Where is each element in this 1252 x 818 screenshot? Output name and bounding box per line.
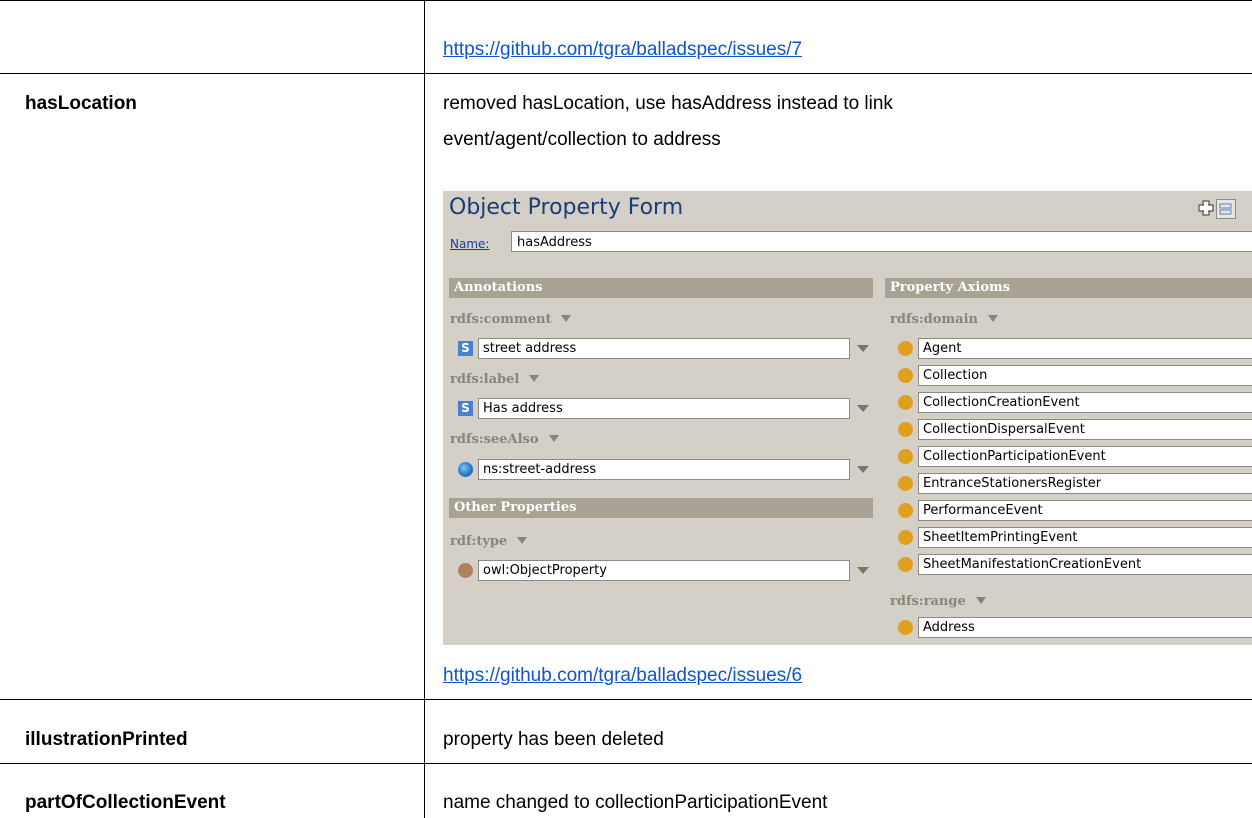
domain-item: SheetItemPrintingEvent [918, 527, 1252, 548]
name-field: hasAddress [511, 231, 1252, 252]
range-field: Address [918, 617, 1252, 638]
dropdown-arrow-icon [857, 405, 869, 412]
property-name-hasLocation: hasLocation [25, 93, 137, 114]
change-description-line2: event/agent/collection to address [443, 129, 721, 150]
name-label: Name: [450, 237, 490, 251]
seealso-field: ns:street-address [478, 459, 850, 480]
domain-item: CollectionParticipationEvent [918, 446, 1252, 467]
range-label: rdfs:range [890, 594, 986, 609]
change-description-line1: removed hasLocation, use hasAddress inst… [443, 93, 893, 114]
property-name-illustrationPrinted: illustrationPrinted [25, 729, 188, 750]
chevron-down-icon [548, 435, 559, 442]
form-title: Object Property Form [449, 195, 684, 220]
type-field: owl:ObjectProperty [478, 560, 850, 581]
dropdown-arrow-icon [857, 466, 869, 473]
globe-icon [458, 462, 473, 477]
add-icon [1197, 199, 1215, 217]
property-name-partOfCollectionEvent: partOfCollectionEvent [25, 792, 226, 813]
table-border [0, 763, 1252, 764]
domain-item: CollectionDispersalEvent [918, 419, 1252, 440]
string-icon: S [458, 341, 473, 356]
class-dot-icon [898, 449, 913, 464]
chevron-down-icon [529, 375, 540, 382]
table-border [0, 73, 1252, 74]
class-dot-icon [898, 476, 913, 491]
class-dot-icon [898, 368, 913, 383]
table-border [0, 0, 1252, 1]
class-dot-icon [898, 557, 913, 572]
type-label: rdf:type [450, 534, 528, 549]
layout-icon [1216, 199, 1236, 219]
class-dot-icon [898, 341, 913, 356]
change-description: name changed to collectionParticipationE… [443, 792, 828, 813]
table-border [0, 699, 1252, 700]
other-properties-header: Other Properties [449, 498, 873, 518]
domain-label: rdfs:domain [890, 312, 998, 327]
object-property-form-screenshot: Object Property Form Name: hasAddress An… [443, 191, 1252, 645]
change-description: property has been deleted [443, 729, 664, 750]
class-dot-icon [898, 620, 913, 635]
dropdown-arrow-icon [857, 345, 869, 352]
chevron-down-icon [561, 315, 572, 322]
label-label: rdfs:label [450, 372, 540, 387]
annotations-header: Annotations [449, 278, 873, 298]
chevron-down-icon [975, 597, 986, 604]
domain-item: Collection [918, 365, 1252, 386]
string-icon: S [458, 401, 473, 416]
domain-item: Agent [918, 338, 1252, 359]
chevron-down-icon [517, 537, 528, 544]
domain-item: PerformanceEvent [918, 500, 1252, 521]
chevron-down-icon [987, 315, 998, 322]
class-dot-icon [898, 395, 913, 410]
property-axioms-header: Property Axioms [885, 278, 1252, 298]
domain-item: CollectionCreationEvent [918, 392, 1252, 413]
class-dot-icon [898, 503, 913, 518]
comment-label: rdfs:comment [450, 312, 572, 327]
issue-7-link[interactable]: https://github.com/tgra/balladspec/issue… [443, 36, 802, 63]
property-dot-icon [458, 563, 473, 578]
domain-item: SheetManifestationCreationEvent [918, 554, 1252, 575]
seealso-label: rdfs:seeAlso [450, 432, 559, 447]
domain-item: EntranceStationersRegister [918, 473, 1252, 494]
issue-6-link[interactable]: https://github.com/tgra/balladspec/issue… [443, 662, 802, 689]
label-field: Has address [478, 398, 850, 419]
class-dot-icon [898, 530, 913, 545]
comment-field: street address [478, 338, 850, 359]
class-dot-icon [898, 422, 913, 437]
table-border [424, 0, 425, 818]
dropdown-arrow-icon [857, 567, 869, 574]
